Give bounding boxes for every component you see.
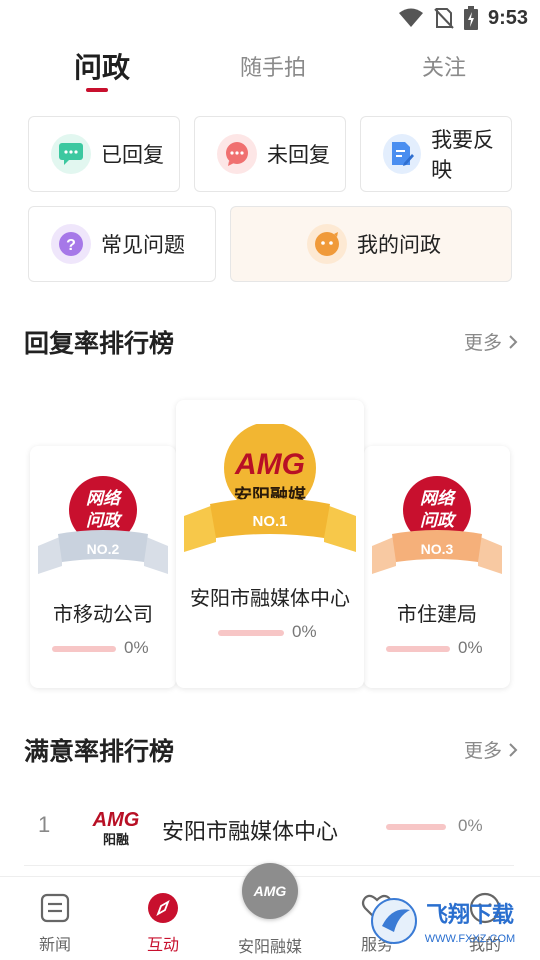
- rank-card-3[interactable]: 网络 问政 NO.3 市住建局 0%: [364, 446, 510, 688]
- svg-text:WWW.FXXZ.COM: WWW.FXXZ.COM: [425, 933, 515, 945]
- satisfaction-row[interactable]: 1 AMG 阳融 安阳市融媒体中心 0%: [24, 790, 514, 866]
- nav-interact-label: 互动: [146, 935, 179, 954]
- nav-center-logo-text: AMG: [253, 883, 287, 899]
- rank-2-percent: 0%: [124, 638, 149, 657]
- svg-text:阳融: 阳融: [103, 832, 129, 848]
- svg-text:AMG: AMG: [92, 809, 140, 831]
- svg-text:?: ?: [66, 237, 76, 254]
- svg-text:网络: 网络: [420, 489, 457, 509]
- reply-rank-more-label: 更多: [463, 332, 502, 354]
- amg-logo-text: AMG: [234, 448, 305, 481]
- svg-text:NO.2: NO.2: [87, 541, 120, 557]
- rank-1-name: 安阳市融媒体中心: [190, 586, 350, 610]
- satisfaction-row-percent: 0%: [458, 816, 483, 835]
- satisfaction-rank-more[interactable]: 更多: [464, 736, 518, 763]
- svg-text:飞翔下载: 飞翔下载: [426, 902, 514, 928]
- rank-1-percent: 0%: [292, 622, 317, 641]
- svg-text:问政: 问政: [86, 511, 123, 531]
- svg-text:NO.3: NO.3: [421, 541, 454, 557]
- rank-badge-silver-icon: 网络 问政 NO.2: [38, 476, 168, 574]
- svg-text:NO.1: NO.1: [252, 513, 287, 530]
- svg-text:问政: 问政: [420, 511, 457, 531]
- satisfaction-rank-more-label: 更多: [463, 740, 502, 762]
- battery-charging-icon: [463, 6, 478, 30]
- rank-2-name: 市移动公司: [53, 602, 153, 626]
- reply-rank-more[interactable]: 更多: [464, 328, 518, 355]
- face-icon: [307, 224, 347, 264]
- rank-card-1[interactable]: AMG 安阳融媒 NO.1 安阳市融媒体中心 0%: [176, 400, 364, 688]
- watermark-logo: 飞翔下载 WWW.FXXZ.COM: [371, 898, 515, 945]
- chevron-right-icon: [509, 742, 518, 757]
- nav-anyang[interactable]: 安阳融媒: [225, 933, 315, 957]
- my-wenzheng-label: 我的问政: [357, 233, 441, 257]
- status-time: 9:53: [487, 6, 528, 29]
- my-wenzheng-button[interactable]: 我的问政: [230, 206, 512, 282]
- chevron-right-icon: [509, 334, 518, 349]
- unreplied-label: 未回复: [267, 143, 330, 167]
- tab-indicator: [86, 88, 108, 92]
- svg-text:网络: 网络: [86, 489, 123, 509]
- rank-1-bar: [218, 630, 284, 636]
- rank-badge-bronze-icon: 网络 问政 NO.3: [372, 476, 502, 574]
- chat-bubble-icon: [217, 134, 257, 174]
- amg-logo-icon: AMG 阳融: [92, 809, 140, 848]
- chat-bubble-icon: [51, 134, 91, 174]
- faq-button[interactable]: ? 常见问题: [28, 206, 216, 282]
- satisfaction-rank-title: 满意率排行榜: [24, 737, 175, 766]
- rank-3-percent: 0%: [458, 638, 483, 657]
- status-icons: 9:53: [398, 6, 528, 30]
- top-tabs: 问政 随手拍 关注: [0, 44, 540, 100]
- nav-anyang-label: 安阳融媒: [237, 937, 302, 956]
- tab-suishoupai[interactable]: 随手拍: [240, 50, 306, 82]
- report-label: 我要反映: [431, 128, 495, 182]
- satisfaction-row-bar: [386, 824, 446, 830]
- rank-3-bar: [386, 646, 450, 652]
- edit-document-icon: [383, 134, 422, 174]
- replied-label: 已回复: [101, 143, 164, 167]
- replied-button[interactable]: 已回复: [28, 116, 180, 192]
- nav-center-logo[interactable]: AMG: [242, 863, 298, 919]
- rank-2-bar: [52, 646, 116, 652]
- question-icon: ?: [51, 224, 91, 264]
- satisfaction-row-rank: 1: [38, 812, 51, 837]
- rank-3-name: 市住建局: [397, 602, 477, 626]
- nav-news-label: 新闻: [38, 935, 71, 954]
- tab-wenzheng[interactable]: 问政: [74, 46, 130, 86]
- nav-news[interactable]: 新闻: [10, 891, 100, 955]
- status-bar: 9:53: [0, 0, 540, 36]
- report-button[interactable]: 我要反映: [360, 116, 512, 192]
- wifi-icon: [398, 8, 423, 27]
- satisfaction-row-name: 安阳市融媒体中心: [162, 820, 339, 845]
- compass-icon: [118, 891, 208, 925]
- rank-badge-gold-icon: AMG 安阳融媒 NO.1: [184, 424, 356, 552]
- faq-label: 常见问题: [101, 233, 185, 257]
- news-icon: [10, 891, 100, 925]
- tab-guanzhu[interactable]: 关注: [422, 50, 466, 82]
- unreplied-button[interactable]: 未回复: [194, 116, 346, 192]
- no-sim-icon: [434, 8, 454, 29]
- nav-interact[interactable]: 互动: [118, 891, 208, 955]
- rank-card-2[interactable]: 网络 问政 NO.2 市移动公司 0%: [30, 446, 176, 688]
- reply-rank-title: 回复率排行榜: [24, 329, 175, 358]
